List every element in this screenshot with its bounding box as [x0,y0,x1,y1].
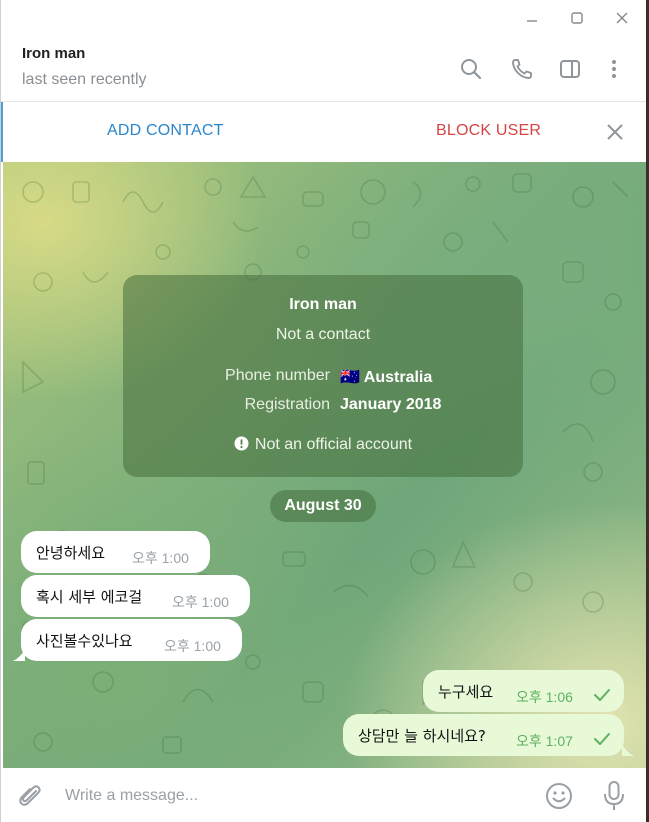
title-bar [1,0,646,36]
read-check-icon [594,733,610,745]
message-text: 사진볼수있나요 [36,632,133,650]
block-user-button[interactable]: BLOCK USER [436,122,541,140]
close-action-bar-icon[interactable] [603,120,627,144]
info-card-subtitle: Not a contact [275,326,371,343]
contact-action-bar: ADD CONTACT BLOCK USER [1,102,646,162]
bubble-tail [13,649,25,661]
message-bubble-incoming[interactable]: 사진볼수있나요 오후 1:00 [21,619,242,661]
microphone-icon[interactable] [601,780,627,812]
australia-flag-icon: 🇦🇺 [340,369,360,386]
emoji-icon[interactable] [544,781,574,811]
message-text: 누구세요 [438,683,494,701]
message-time: 오후 1:00 [172,594,229,610]
telegram-window: Iron man last seen recently ADD CONTACT … [0,0,646,822]
chat-title[interactable]: Iron man [22,45,85,62]
registration-label: Registration [244,396,330,413]
registration-value: January 2018 [340,396,442,413]
phone-icon[interactable] [508,55,536,83]
message-bubble-incoming[interactable]: 안녕하세요 오후 1:00 [21,531,210,573]
official-account-text: Not an official account [254,436,413,453]
message-text: 혹시 세부 에코걸 [36,588,143,606]
warning-icon [234,436,249,456]
date-separator: August 30 [270,490,376,522]
read-check-icon [594,689,610,701]
message-bubble-outgoing[interactable]: 누구세요 오후 1:06 [423,670,624,712]
official-account-note: Not an official account [123,436,523,456]
search-icon[interactable] [457,55,485,83]
message-text: 상담만 늘 하시네요? [358,727,486,745]
add-contact-button[interactable]: ADD CONTACT [107,122,224,140]
bubble-tail [622,744,634,756]
more-vertical-icon[interactable] [600,55,628,83]
close-icon[interactable] [607,6,637,30]
message-time: 오후 1:06 [516,689,573,705]
minimize-icon[interactable] [517,6,547,30]
phone-country: Australia [363,369,433,386]
message-bubble-incoming[interactable]: 혹시 세부 에코걸 오후 1:00 [21,575,250,617]
chat-status: last seen recently [22,71,147,88]
phone-number-label: Phone number [225,367,330,384]
phone-number-value: 🇦🇺 Australia [340,367,432,387]
chat-header: Iron man last seen recently [1,36,646,102]
info-card-name: Iron man [289,296,357,313]
paperclip-icon[interactable] [16,782,44,810]
sidebar-icon[interactable] [556,55,584,83]
chat-area[interactable]: Iron man Not a contact Phone number 🇦🇺 A… [3,162,646,768]
message-input[interactable] [65,784,525,808]
message-text: 안녕하세요 [36,544,106,562]
message-time: 오후 1:07 [516,733,573,749]
message-composer [1,768,646,822]
message-time: 오후 1:00 [164,638,221,654]
contact-info-card: Iron man Not a contact Phone number 🇦🇺 A… [123,275,523,477]
maximize-icon[interactable] [562,6,592,30]
message-bubble-outgoing[interactable]: 상담만 늘 하시네요? 오후 1:07 [343,714,624,756]
message-time: 오후 1:00 [132,550,189,566]
